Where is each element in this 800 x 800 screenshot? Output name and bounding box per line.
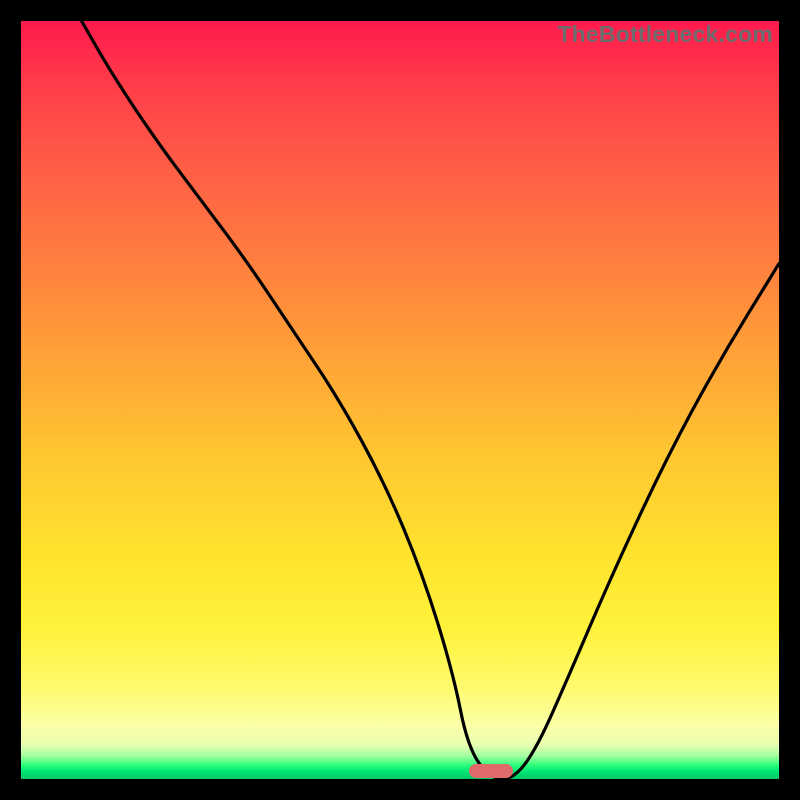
plot-area: TheBottleneck.com: [21, 21, 779, 779]
bottleneck-curve: [21, 21, 779, 779]
chart-frame: TheBottleneck.com: [0, 0, 800, 800]
optimal-marker: [469, 764, 513, 778]
